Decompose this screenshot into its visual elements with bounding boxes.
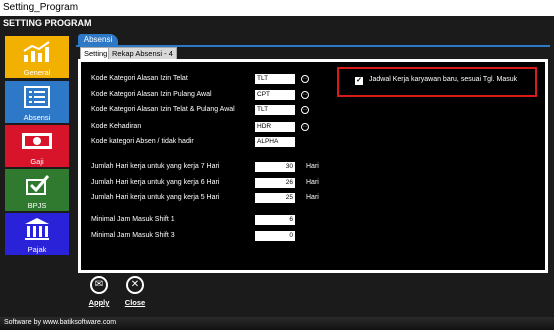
close-button-label: Close: [124, 298, 146, 307]
shift-label-1: Minimal Jam Masuk Shift 1: [91, 216, 175, 223]
workday-label-5: Jumlah Hari kerja untuk yang kerja 5 Har…: [91, 194, 220, 201]
sidebar-item-label: BPJS: [27, 201, 47, 210]
lookup-icon[interactable]: ⋯: [301, 91, 309, 99]
close-button[interactable]: ✕ Close: [122, 276, 148, 307]
code-field-telat[interactable]: TLT: [255, 74, 295, 84]
new-employee-schedule-checkbox[interactable]: ✓: [355, 77, 363, 85]
sidebar-item-label: Pajak: [27, 245, 47, 254]
apply-button-label: Apply: [88, 298, 110, 307]
sidebar-item-label: General: [23, 68, 51, 77]
tab-rekap-absensi[interactable]: Rekap Absensi - 4: [108, 47, 177, 59]
code-label-absen: Kode kategori Absen / tidak hadir: [91, 138, 194, 145]
tab-setting[interactable]: Setting: [80, 47, 112, 59]
close-icon: ✕: [126, 276, 144, 294]
apply-button[interactable]: ✉ Apply: [86, 276, 112, 307]
app-header: SETTING PROGRAM: [0, 16, 554, 30]
shift-field-3[interactable]: 0: [255, 231, 295, 241]
sidebar-item-gaji[interactable]: Gaji: [5, 125, 69, 167]
code-label-telat-pulang: Kode Kategori Alasan Izin Telat & Pulang…: [91, 106, 235, 113]
sidebar-item-absensi[interactable]: Absensi: [5, 81, 69, 123]
footer-credit: Software by www.batiksoftware.com: [0, 317, 554, 330]
workday-unit: Hari: [306, 163, 319, 170]
checkbox-icon: [5, 171, 69, 199]
sidebar-item-bpjs[interactable]: BPJS: [5, 169, 69, 211]
workday-field-7[interactable]: 30: [255, 162, 295, 172]
lookup-icon[interactable]: ⋯: [301, 123, 309, 131]
sidebar-item-general[interactable]: General: [5, 36, 69, 78]
workday-label-7: Jumlah Hari kerja untuk yang kerja 7 Har…: [91, 163, 220, 170]
sidebar-item-pajak[interactable]: Pajak: [5, 213, 69, 255]
list-icon: [5, 83, 69, 111]
app-window: Setting_Program SETTING PROGRAM General …: [0, 0, 554, 330]
code-field-pulang-awal[interactable]: CPT: [255, 90, 295, 100]
envelope-icon: ✉: [90, 276, 108, 294]
code-field-telat-pulang[interactable]: TLT: [255, 105, 295, 115]
code-field-absen[interactable]: ALPHA: [255, 137, 295, 147]
workday-unit: Hari: [306, 194, 319, 201]
workday-field-5[interactable]: 25: [255, 193, 295, 203]
code-field-kehadiran[interactable]: HDR: [255, 122, 295, 132]
workday-unit: Hari: [306, 179, 319, 186]
lookup-icon[interactable]: ⋯: [301, 75, 309, 83]
code-label-kehadiran: Kode Kehadiran: [91, 123, 142, 130]
lookup-icon[interactable]: ⋯: [301, 106, 309, 114]
sidebar-item-label: Absensi: [23, 113, 51, 122]
window-title: Setting_Program: [0, 0, 554, 16]
shift-field-1[interactable]: 6: [255, 215, 295, 225]
new-employee-schedule-label: Jadwal Kerja karyawan baru, sesuai Tgl. …: [369, 76, 518, 83]
workday-label-6: Jumlah Hari kerja untuk yang kerja 6 Har…: [91, 179, 220, 186]
money-icon: [5, 127, 69, 155]
chart-icon: [5, 38, 69, 66]
workday-field-6[interactable]: 26: [255, 178, 295, 188]
code-label-telat: Kode Kategori Alasan Izin Telat: [91, 75, 188, 82]
shift-label-3: Minimal Jam Masuk Shift 3: [91, 232, 175, 239]
code-label-pulang-awal: Kode Kategori Alasan Izin Pulang Awal: [91, 91, 212, 98]
sidebar-item-label: Gaji: [30, 157, 44, 166]
building-icon: [5, 215, 69, 243]
